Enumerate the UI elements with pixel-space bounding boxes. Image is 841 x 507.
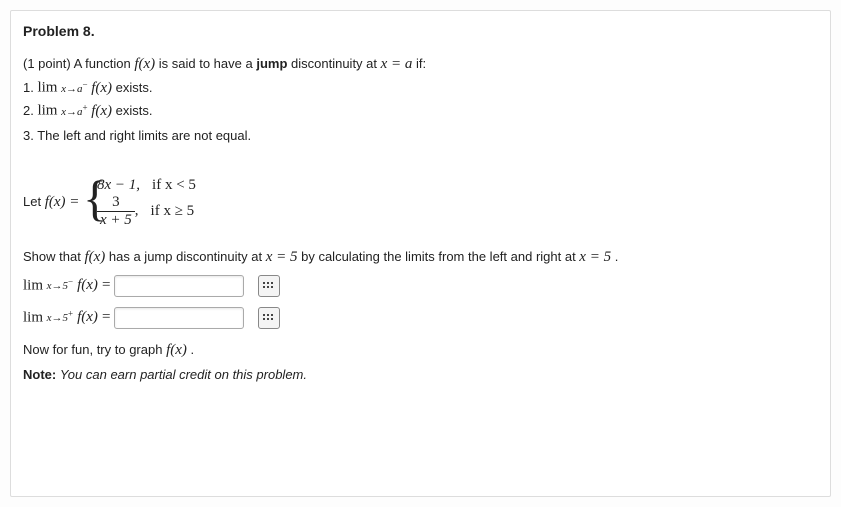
piecewise-row-2: 3 x + 5 , if x ≥ 5 <box>97 194 196 228</box>
show-1: Show that <box>23 249 84 264</box>
ans2-fx: f(x) <box>77 309 98 326</box>
cond1-num: 1. <box>23 80 34 95</box>
intro-2: is said to have a <box>159 56 257 71</box>
fx-eq: f(x) = <box>45 194 80 210</box>
lim-sup: + <box>83 102 88 112</box>
intro-3: discontinuity at <box>291 56 381 71</box>
cond2-num: 2. <box>23 103 34 118</box>
cond2-lim: lim x→a+ <box>37 103 87 119</box>
answer-row-1: lim x→5− f(x) = <box>23 275 818 297</box>
ans1-lim: lim x→5− <box>23 278 73 294</box>
jump-word: jump <box>256 56 287 71</box>
cond3-num: 3. <box>23 128 34 143</box>
note-text: You can earn partial credit on this prob… <box>60 367 307 382</box>
show-4: . <box>615 249 619 264</box>
cond2-tail: exists. <box>116 103 153 118</box>
fun-1: Now for fun, try to graph <box>23 342 166 357</box>
lim-sup: − <box>83 79 88 89</box>
problem-title: Problem 8. <box>23 23 818 39</box>
condition-2: 2. lim x→a+ f(x) exists. <box>23 103 818 120</box>
limit-right-input[interactable] <box>114 307 244 329</box>
note-label: Note: <box>23 367 56 382</box>
pw1-cond: if x < 5 <box>152 177 196 194</box>
piecewise-definition: Let f(x) = { 8x − 1, if x < 5 3 x + 5 , … <box>23 163 818 242</box>
lim-sub: x→5+ <box>47 312 73 324</box>
keypad-button-2[interactable] <box>258 307 280 329</box>
ans2-eq: = <box>102 309 110 326</box>
pw2-comma: , <box>135 202 139 218</box>
show-xeq5-b: x = 5 <box>579 249 611 265</box>
lim-sup: − <box>68 277 73 287</box>
intro-line: (1 point) A function f(x) is said to hav… <box>23 53 818 76</box>
answer-row-2: lim x→5+ f(x) = <box>23 307 818 329</box>
cond1-lim: lim x→a− <box>37 80 87 96</box>
ans1-fx: f(x) <box>77 277 98 294</box>
lim-sub-text: x→a <box>61 106 82 118</box>
show-fx: f(x) <box>84 249 105 265</box>
lim-sub-text: x→5 <box>47 312 68 324</box>
let-label: Let <box>23 194 45 209</box>
lim-sub: x→a+ <box>61 106 87 118</box>
lim-label: lim <box>37 103 57 119</box>
points-prefix: (1 point) <box>23 56 74 71</box>
fun-2: . <box>191 342 195 357</box>
condition-1: 1. lim x→a− f(x) exists. <box>23 80 818 97</box>
ans1-eq: = <box>102 277 110 294</box>
graph-fun-line: Now for fun, try to graph f(x) . <box>23 339 818 362</box>
limit-left-input[interactable] <box>114 275 244 297</box>
intro-4: if: <box>416 56 426 71</box>
pw2-cond: if x ≥ 5 <box>151 203 195 220</box>
x-eq-a: x = a <box>381 56 413 72</box>
cond1-tail: exists. <box>116 80 153 95</box>
lim-sub: x→5− <box>47 280 73 292</box>
lim-sup: + <box>68 309 73 319</box>
show-xeq5-a: x = 5 <box>266 249 298 265</box>
lim-label: lim <box>37 80 57 96</box>
keypad-icon <box>263 314 275 322</box>
lim-label: lim <box>23 277 43 293</box>
keypad-icon <box>263 282 275 290</box>
piecewise-brace: { 8x − 1, if x < 5 3 x + 5 , if x ≥ 5 <box>83 177 196 228</box>
ans2-lim: lim x→5+ <box>23 310 73 326</box>
lim-label: lim <box>23 309 43 325</box>
intro-1: A function <box>74 56 135 71</box>
cond1-fx: f(x) <box>91 80 112 96</box>
lim-sub: x→a− <box>61 83 87 95</box>
show-2: has a jump discontinuity at <box>109 249 266 264</box>
show-that-line: Show that f(x) has a jump discontinuity … <box>23 246 818 269</box>
lim-sub-text: x→a <box>61 83 82 95</box>
note-line: Note: You can earn partial credit on thi… <box>23 365 818 385</box>
keypad-button-1[interactable] <box>258 275 280 297</box>
cond2-fx: f(x) <box>91 103 112 119</box>
left-brace-icon: { <box>83 173 107 232</box>
problem-panel: Problem 8. (1 point) A function f(x) is … <box>10 10 831 497</box>
piecewise-row-1: 8x − 1, if x < 5 <box>97 177 196 194</box>
fun-fx: f(x) <box>166 342 187 358</box>
condition-3: 3. The left and right limits are not equ… <box>23 126 818 146</box>
fx-symbol: f(x) <box>134 56 155 72</box>
cond3-text: The left and right limits are not equal. <box>37 128 251 143</box>
show-3: by calculating the limits from the left … <box>301 249 579 264</box>
lim-sub-text: x→5 <box>47 280 68 292</box>
